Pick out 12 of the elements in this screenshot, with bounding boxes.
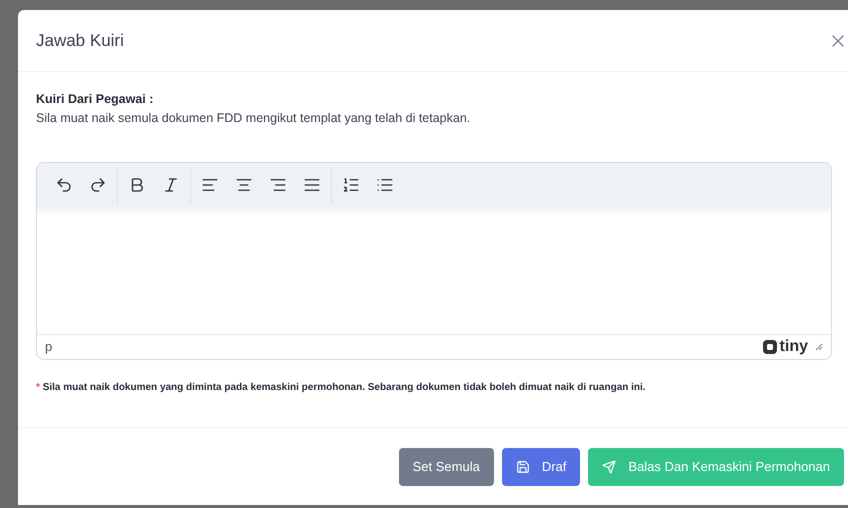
element-path: p — [45, 338, 52, 356]
submit-button[interactable]: Balas Dan Kemaskini Permohonan — [588, 448, 844, 486]
brand-logo: tiny — [762, 334, 808, 358]
upload-note: * Sila muat naik dokumen yang diminta pada kemaskini permohonan. Sebarang dokumen tidak boleh dimuat naik di ruangan ini. — [36, 380, 647, 394]
query-text: Sila muat naik semula dokumen FDD mengikut templat yang telah di tetapkan. — [36, 110, 472, 127]
query-label: Kuiri Dari Pegawai : — [36, 91, 154, 108]
save-icon — [516, 460, 530, 474]
reset-button[interactable]: Set Semula — [398, 448, 494, 486]
send-icon — [602, 460, 616, 474]
dialog-title: Jawab Kuiri — [36, 30, 124, 52]
resize-handle-icon[interactable] — [814, 342, 823, 351]
draft-button[interactable]: Draf — [502, 448, 580, 486]
